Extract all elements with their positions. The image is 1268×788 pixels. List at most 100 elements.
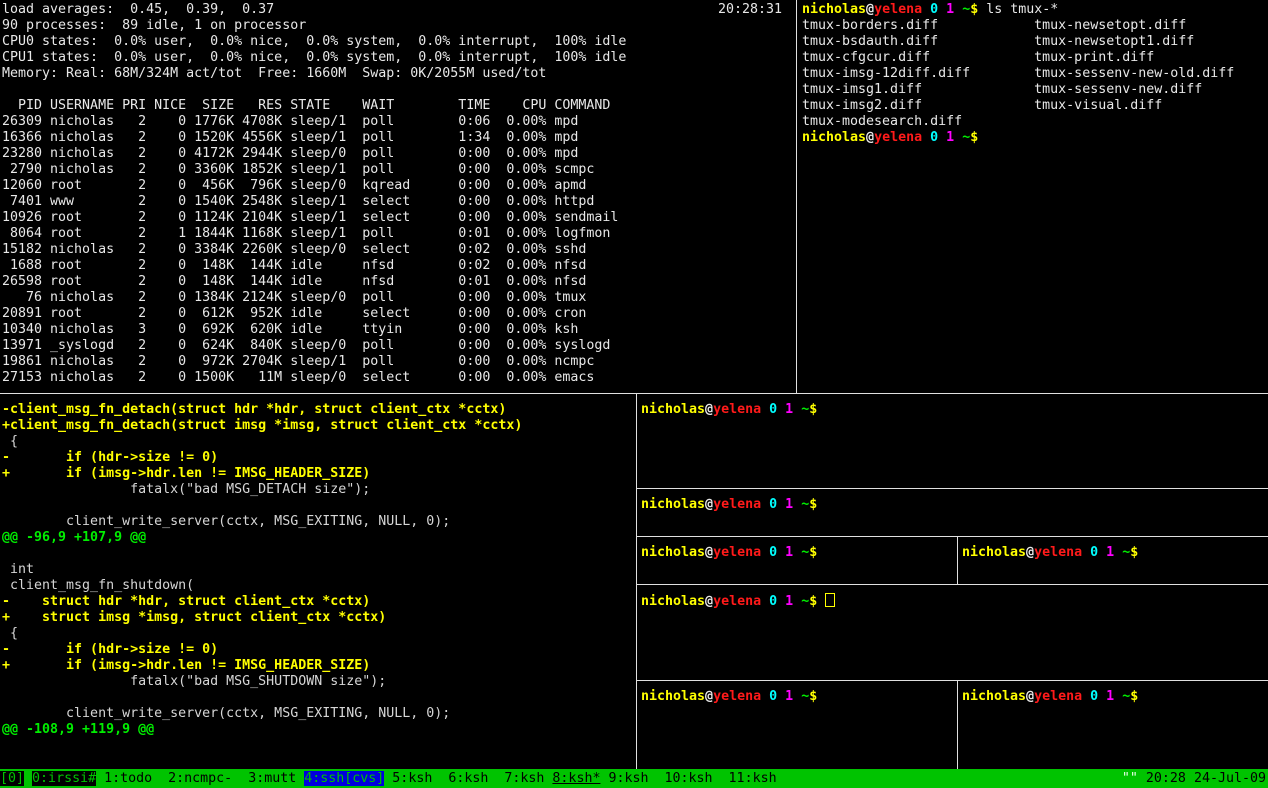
status-clock-date: 20:28 24-Jul-09 <box>1146 771 1266 786</box>
shell-pane-3[interactable]: nicholas@yelena 0 1 ~$ <box>637 537 957 584</box>
top-clock: 20:28:31 <box>718 2 782 18</box>
status-window-8-marked[interactable]: 8:ksh* <box>552 771 600 786</box>
prompt-space-3 <box>954 130 962 145</box>
status-spacer <box>777 769 1122 788</box>
shell-prompt: nicholas@yelena 0 1 ~$ <box>641 545 817 560</box>
prompt-space-2 <box>1098 689 1106 704</box>
prompt-exit-status: 0 <box>1090 545 1098 560</box>
prompt-user: nicholas <box>962 689 1026 704</box>
prompt-user: nicholas <box>962 545 1026 560</box>
prompt-shell-level: 1 <box>946 130 954 145</box>
ls-output: tmux-borders.diff tmux-newsetopt.diff tm… <box>802 18 1234 130</box>
diff-line: { <box>2 434 522 450</box>
prompt-space-3 <box>793 689 801 704</box>
prompt-space-1 <box>761 594 769 609</box>
status-windows-5-7[interactable]: 5:ksh 6:ksh 7:ksh <box>384 771 552 786</box>
shell-pane-1[interactable]: nicholas@yelena 0 1 ~$ <box>637 394 1268 488</box>
diff-line <box>2 546 522 562</box>
prompt-at-sign: @ <box>705 497 713 512</box>
diff-line: - struct hdr *hdr, struct client_ctx *cc… <box>2 594 522 610</box>
prompt-host: yelena <box>713 497 761 512</box>
diff-line: client_write_server(cctx, MSG_EXITING, N… <box>2 706 522 722</box>
prompt-space-1 <box>761 545 769 560</box>
shell-prompt: nicholas@yelena 0 1 ~$ <box>962 689 1138 704</box>
diff-line: + if (imsg->hdr.len != IMSG_HEADER_SIZE) <box>2 466 522 482</box>
shell-prompt-line: nicholas@yelena 0 1 ~$ <box>962 689 1138 705</box>
prompt-space-3 <box>793 545 801 560</box>
shell-prompt: nicholas@yelena 0 1 ~$ <box>962 545 1138 560</box>
diff-line: + if (imsg->hdr.len != IMSG_HEADER_SIZE) <box>2 658 522 674</box>
prompt-exit-status: 0 <box>769 594 777 609</box>
diff-line: + struct imsg *imsg, struct client_ctx *… <box>2 610 522 626</box>
status-right: "" 20:28 24-Jul-09 <box>1122 769 1268 788</box>
prompt-cwd-tilde: ~ <box>1122 545 1130 560</box>
shell-prompt-line: nicholas@yelena 0 1 ~$ <box>962 545 1138 561</box>
diff-line: @@ -96,9 +107,9 @@ <box>2 530 522 546</box>
top-process-table: 26309 nicholas 2 0 1776K 4708K sleep/1 p… <box>2 114 626 386</box>
diff-line: { <box>2 626 522 642</box>
prompt-at-sign: @ <box>705 545 713 560</box>
prompt-user: nicholas <box>802 2 866 17</box>
shell-prompt-line: nicholas@yelena 0 1 ~$ <box>641 497 817 513</box>
prompt-space-3 <box>793 497 801 512</box>
top-pane[interactable]: load averages: 0.45, 0.39, 0.37 90 proce… <box>0 0 796 393</box>
diff-line: int <box>2 562 522 578</box>
prompt-dollar: $ <box>970 130 978 145</box>
prompt-space-3 <box>793 594 801 609</box>
terminal-cursor <box>825 593 835 607</box>
prompt-space-1 <box>922 130 930 145</box>
prompt-at-sign: @ <box>866 130 874 145</box>
prompt-space-1 <box>761 402 769 417</box>
tmux-screen: load averages: 0.45, 0.39, 0.37 90 proce… <box>0 0 1268 788</box>
shell-prompt-line: nicholas@yelena 0 1 ~$ <box>641 593 835 609</box>
shell-prompt: nicholas@yelena 0 1 ~$ <box>641 402 817 417</box>
prompt-shell-level: 1 <box>946 2 954 17</box>
prompt-user: nicholas <box>641 545 705 560</box>
top-summary: load averages: 0.45, 0.39, 0.37 90 proce… <box>2 2 626 82</box>
prompt-dollar: $ <box>809 545 817 560</box>
prompt-dollar: $ <box>809 402 817 417</box>
shell-pane-6[interactable]: nicholas@yelena 0 1 ~$ <box>637 681 957 769</box>
prompt-space-2 <box>777 497 785 512</box>
prompt-host: yelena <box>713 545 761 560</box>
shell-pane-2[interactable]: nicholas@yelena 0 1 ~$ <box>637 489 1268 536</box>
prompt-user: nicholas <box>641 689 705 704</box>
prompt-dollar: $ <box>1130 545 1138 560</box>
shell-prompt: nicholas@yelena 0 1 ~$ <box>802 2 978 17</box>
shell-pane-7[interactable]: nicholas@yelena 0 1 ~$ <box>958 681 1268 769</box>
prompt-at-sign: @ <box>1026 689 1034 704</box>
shell-prompt-line: nicholas@yelena 0 1 ~$ <box>641 689 817 705</box>
emacs-pane[interactable]: -client_msg_fn_detach(struct hdr *hdr, s… <box>0 394 636 768</box>
diff-buffer: -client_msg_fn_detach(struct hdr *hdr, s… <box>2 402 522 738</box>
diff-line: -client_msg_fn_detach(struct hdr *hdr, s… <box>2 402 522 418</box>
prompt-dollar: $ <box>1130 689 1138 704</box>
status-windows-9-11[interactable]: 9:ksh 10:ksh 11:ksh <box>600 771 776 786</box>
ls-shell-pane[interactable]: nicholas@yelena 0 1 ~$ ls tmux-* tmux-bo… <box>797 0 1268 393</box>
prompt-space-2 <box>777 594 785 609</box>
prompt-user: nicholas <box>641 402 705 417</box>
prompt-exit-status: 0 <box>769 545 777 560</box>
status-window-4-current[interactable]: 4:ssh[cvs] <box>304 771 384 786</box>
prompt-host: yelena <box>874 2 922 17</box>
prompt-shell-level: 1 <box>785 497 793 512</box>
prompt-at-sign: @ <box>705 689 713 704</box>
prompt-host: yelena <box>713 594 761 609</box>
shell-pane-5-active[interactable]: nicholas@yelena 0 1 ~$ <box>637 585 1268 680</box>
prompt-user: nicholas <box>641 497 705 512</box>
prompt-cwd-tilde: ~ <box>1122 689 1130 704</box>
tmux-status-bar: [0] 0:irssi# 1:todo 2:ncmpc- 3:mutt 4:ss… <box>0 769 1268 788</box>
prompt-cwd-tilde: ~ <box>962 2 970 17</box>
diff-line <box>2 498 522 514</box>
status-window-0-irssi[interactable]: 0:irssi# <box>32 771 96 786</box>
status-windows-1-3[interactable]: 1:todo 2:ncmpc- 3:mutt <box>96 771 304 786</box>
shell-prompt-line: nicholas@yelena 0 1 ~$ <box>641 545 817 561</box>
shell-pane-4[interactable]: nicholas@yelena 0 1 ~$ <box>958 537 1268 584</box>
shell-prompt-line: nicholas@yelena 0 1 ~$ <box>641 402 817 418</box>
prompt-space-1 <box>761 497 769 512</box>
prompt-host: yelena <box>713 402 761 417</box>
prompt-space-3 <box>793 402 801 417</box>
prompt-user: nicholas <box>802 130 866 145</box>
prompt-space-1 <box>761 689 769 704</box>
diff-line: client_msg_fn_shutdown( <box>2 578 522 594</box>
prompt-space-3 <box>1114 545 1122 560</box>
